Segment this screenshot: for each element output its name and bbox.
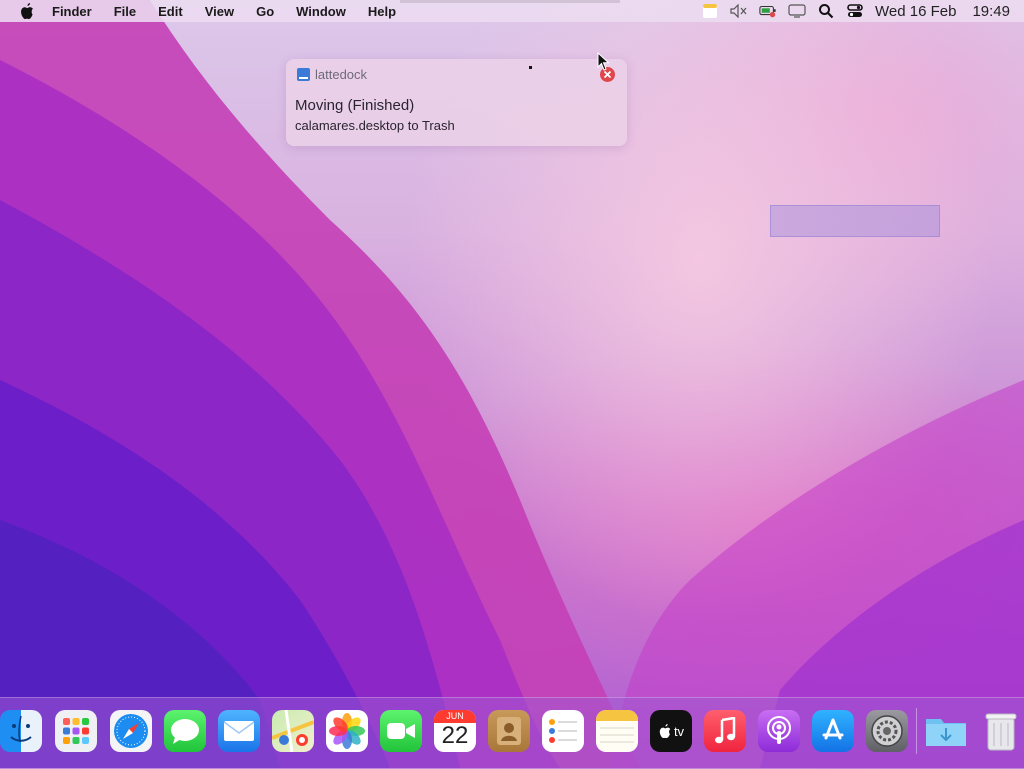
- search-icon[interactable]: [817, 3, 835, 19]
- downloads-folder-icon[interactable]: [925, 710, 967, 752]
- menu-bar: Finder File Edit View Go Window Help Wed…: [0, 0, 1024, 22]
- mouse-cursor-icon: [597, 52, 610, 71]
- menu-time[interactable]: 19:49: [972, 3, 1010, 20]
- apple-tv-label: tv: [673, 723, 685, 739]
- menu-help[interactable]: Help: [368, 4, 396, 19]
- notification-app-name: lattedock: [315, 67, 368, 82]
- mail-icon[interactable]: [218, 710, 260, 752]
- decorative-dot: [529, 66, 532, 69]
- control-center-icon[interactable]: [846, 3, 864, 19]
- notes-status-icon[interactable]: [701, 3, 719, 19]
- selection-rectangle: [770, 205, 940, 237]
- battery-icon[interactable]: [759, 3, 777, 19]
- calendar-icon[interactable]: JUN 22: [434, 710, 476, 752]
- calendar-day: 22: [441, 722, 469, 749]
- podcasts-icon[interactable]: [758, 710, 800, 752]
- menu-edit[interactable]: Edit: [158, 4, 183, 19]
- maps-icon[interactable]: [272, 710, 314, 752]
- contacts-icon[interactable]: [488, 710, 530, 752]
- apple-menu-icon[interactable]: [18, 2, 36, 20]
- notification-popup[interactable]: lattedock Moving (Finished) calamares.de…: [286, 59, 627, 146]
- notification-body: calamares.desktop to Trash: [295, 118, 455, 133]
- finder-icon[interactable]: [0, 710, 42, 752]
- facetime-icon[interactable]: [380, 710, 422, 752]
- speaker-muted-icon[interactable]: [730, 3, 748, 19]
- dock: JUN 22 tv: [0, 697, 1024, 769]
- photos-icon[interactable]: [326, 710, 368, 752]
- menu-file[interactable]: File: [114, 4, 136, 19]
- lattedock-app-icon: [297, 68, 310, 81]
- menu-view[interactable]: View: [205, 4, 234, 19]
- system-preferences-icon[interactable]: [866, 710, 908, 752]
- music-icon[interactable]: [704, 710, 746, 752]
- display-icon[interactable]: [788, 3, 806, 19]
- notification-title: Moving (Finished): [295, 97, 415, 114]
- menu-window[interactable]: Window: [296, 4, 346, 19]
- launchpad-icon[interactable]: [55, 710, 97, 752]
- trash-icon[interactable]: [980, 710, 1022, 752]
- menu-date[interactable]: Wed 16 Feb: [875, 3, 956, 20]
- notes-icon[interactable]: [596, 710, 638, 752]
- reminders-icon[interactable]: [542, 710, 584, 752]
- messages-icon[interactable]: [164, 710, 206, 752]
- apple-tv-icon[interactable]: tv: [650, 710, 692, 752]
- safari-icon[interactable]: [110, 710, 152, 752]
- menu-app-name[interactable]: Finder: [52, 4, 92, 19]
- menu-go[interactable]: Go: [256, 4, 274, 19]
- dock-separator: [916, 708, 917, 754]
- app-store-icon[interactable]: [812, 710, 854, 752]
